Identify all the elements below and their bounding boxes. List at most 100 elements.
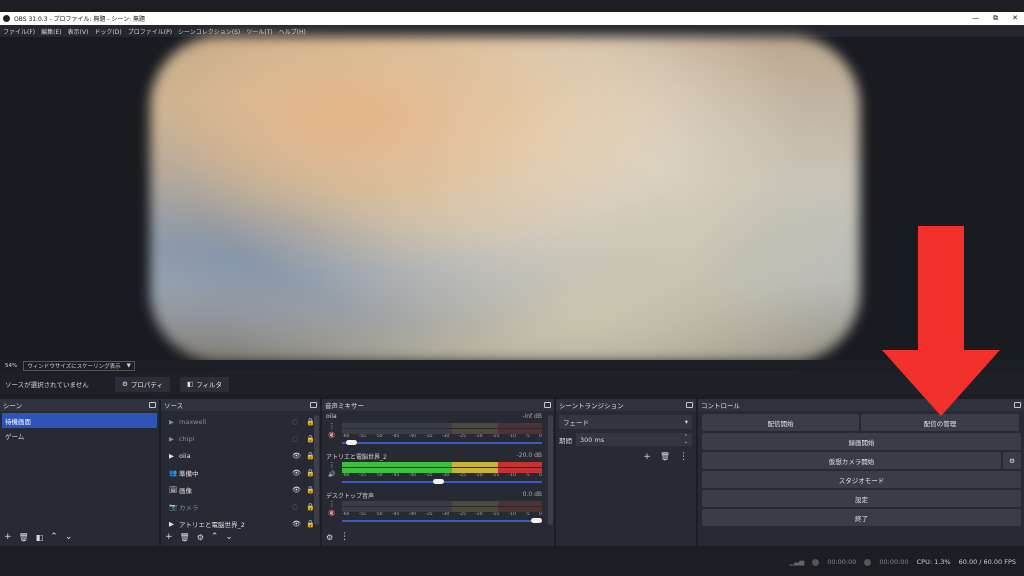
- menu-profile[interactable]: プロファイル(P): [128, 27, 172, 36]
- tick-label: -20: [475, 473, 483, 478]
- eye-icon[interactable]: 👁: [292, 486, 306, 494]
- tick-label: -15: [491, 434, 500, 439]
- tick-label: -20: [475, 434, 483, 439]
- speaker-icon[interactable]: 🔊: [328, 471, 335, 478]
- scene-item[interactable]: ゲーム: [2, 428, 157, 444]
- start-virtual-camera-button[interactable]: 仮想カメラ開始: [702, 452, 1001, 469]
- source-item[interactable]: ▶ maxwell ◌ 🔒: [161, 413, 320, 430]
- mute-icon[interactable]: 🔇: [328, 510, 335, 517]
- volume-slider-handle[interactable]: [432, 479, 444, 484]
- transition-select[interactable]: フェード ▾: [559, 415, 692, 429]
- source-scrollbar[interactable]: [314, 415, 319, 525]
- more-icon[interactable]: ⋮: [329, 422, 336, 430]
- close-button[interactable]: ✕: [1012, 14, 1018, 23]
- mute-icon[interactable]: 🔇: [328, 432, 335, 439]
- chevron-down-icon: ▾: [684, 418, 688, 426]
- tick-label: -40: [408, 512, 416, 517]
- undock-icon[interactable]: [686, 402, 693, 408]
- eye-hidden-icon[interactable]: ◌: [292, 418, 306, 426]
- maximize-button[interactable]: ⧉: [993, 14, 998, 23]
- undock-icon[interactable]: [1014, 402, 1021, 408]
- status-bar: ▁▃▅ 00:00:00 00:00:00 CPU: 1.3% 60.00 / …: [0, 548, 1024, 576]
- settings-button[interactable]: 設定: [702, 490, 1021, 507]
- source-item[interactable]: 📷 カメラ ◌ 🔒: [161, 498, 320, 515]
- source-item[interactable]: ▶ oiia 👁 🔒: [161, 447, 320, 464]
- volume-slider[interactable]: [342, 440, 542, 446]
- menu-edit[interactable]: 編集(E): [41, 27, 61, 36]
- scaling-select[interactable]: ウィンドウサイズにスケーリング表示 ▼: [23, 360, 135, 371]
- eye-hidden-icon[interactable]: ◌: [292, 435, 306, 443]
- source-item[interactable]: 🖼 画像 👁 🔒: [161, 481, 320, 498]
- studio-mode-button[interactable]: スタジオモード: [702, 471, 1021, 488]
- meter-ticks: -60 -55 -50 -45 -40 -35 -30 -25 -20 -15 -10 -5 0: [342, 512, 542, 517]
- scene-item[interactable]: 待機画面: [2, 413, 157, 428]
- menu-view[interactable]: 表示(V): [68, 27, 89, 36]
- volume-slider[interactable]: [342, 479, 542, 485]
- menu-file[interactable]: ファイル(F): [3, 27, 35, 36]
- virtual-camera-settings-button[interactable]: ⚙: [1003, 452, 1021, 469]
- add-icon[interactable]: +: [4, 532, 12, 542]
- start-streaming-button[interactable]: 配信開始: [702, 414, 859, 431]
- volume-slider-handle[interactable]: [345, 440, 357, 445]
- manage-broadcast-button[interactable]: 配信の管理: [861, 414, 1019, 431]
- tick-label: -60: [342, 434, 350, 439]
- eye-icon[interactable]: 👁: [292, 520, 306, 528]
- chevron-down-icon[interactable]: ⌄: [225, 532, 233, 542]
- gear-icon[interactable]: ⚙: [197, 533, 204, 542]
- filters-button[interactable]: ◧ フィルタ: [179, 376, 229, 392]
- source-name: maxwell: [179, 417, 207, 426]
- record-time: 00:00:00: [879, 558, 909, 566]
- trash-icon[interactable]: 🗑: [19, 533, 29, 542]
- eye-hidden-icon[interactable]: ◌: [292, 503, 306, 511]
- sources-toolbar: + 🗑 ⚙ ⌃ ⌄: [161, 529, 233, 545]
- chevron-up-icon[interactable]: ⌃: [211, 532, 219, 542]
- tick-label: -25: [458, 473, 466, 478]
- gear-icon[interactable]: ⚙: [326, 533, 333, 542]
- menu-docks[interactable]: ドック(D): [94, 27, 121, 36]
- duration-input[interactable]: 300 ms ⌃ ⌄: [576, 433, 692, 446]
- transition-toolbar: + 🗑 ⋮: [556, 452, 696, 462]
- eye-icon[interactable]: 👁: [292, 469, 306, 477]
- zoom-level: 54%: [5, 362, 18, 369]
- properties-button[interactable]: ⚙ プロパティ: [115, 376, 170, 392]
- volume-meter: [342, 423, 542, 428]
- more-icon[interactable]: ⋮: [329, 500, 336, 508]
- spin-arrows-icon[interactable]: ⌃ ⌄: [684, 434, 688, 445]
- trash-icon[interactable]: 🗑: [660, 452, 670, 462]
- undock-icon[interactable]: [310, 402, 317, 408]
- trash-icon[interactable]: 🗑: [180, 533, 190, 542]
- filter-icon[interactable]: ◧: [36, 533, 44, 542]
- tick-label: -30: [441, 473, 450, 478]
- menu-help[interactable]: ヘルプ(H): [279, 27, 306, 36]
- exit-button[interactable]: 終了: [702, 509, 1021, 526]
- more-icon[interactable]: ⋮: [679, 452, 688, 462]
- tick-label: -60: [342, 512, 350, 517]
- tick-label: -45: [391, 473, 400, 478]
- volume-slider-handle[interactable]: [531, 518, 542, 523]
- preview-image: [150, 36, 860, 362]
- mixer-channel: アトリエと電脳世界_2 -20.0 dB ⋮ 🔊 -60 -55 -50 -45 -40 -35-…: [322, 450, 554, 489]
- more-icon[interactable]: ⋮: [340, 532, 349, 542]
- source-item[interactable]: 👥 準備中 👁 🔒: [161, 464, 320, 481]
- tick-label: -15: [491, 473, 500, 478]
- volume-slider[interactable]: [342, 518, 542, 524]
- menu-tools[interactable]: ツール(T): [246, 27, 272, 36]
- add-icon[interactable]: +: [165, 532, 173, 542]
- source-item[interactable]: ▶ chipi ◌ 🔒: [161, 430, 320, 447]
- tick-label: 0: [539, 473, 542, 478]
- volume-meter: [342, 507, 542, 512]
- eye-icon[interactable]: 👁: [292, 452, 306, 460]
- start-recording-button[interactable]: 録画開始: [702, 433, 1021, 450]
- more-icon[interactable]: ⋮: [329, 461, 336, 469]
- chevron-down-icon[interactable]: ⌄: [65, 532, 73, 542]
- minimize-button[interactable]: —: [972, 14, 979, 23]
- chevron-up-icon[interactable]: ⌃: [50, 532, 58, 542]
- source-type-icon: 🖼: [169, 485, 178, 494]
- undock-icon[interactable]: [544, 402, 551, 408]
- sources-header: ソース: [161, 399, 320, 411]
- add-icon[interactable]: +: [643, 452, 651, 462]
- mixer-scrollbar[interactable]: [548, 415, 553, 525]
- menu-scene-collection[interactable]: シーンコレクション(S): [178, 27, 240, 36]
- meter-ticks: -60 -55 -50 -45 -40 -35 -30 -25 -20 -15 -10 -5 0: [342, 434, 542, 439]
- undock-icon[interactable]: [149, 402, 156, 408]
